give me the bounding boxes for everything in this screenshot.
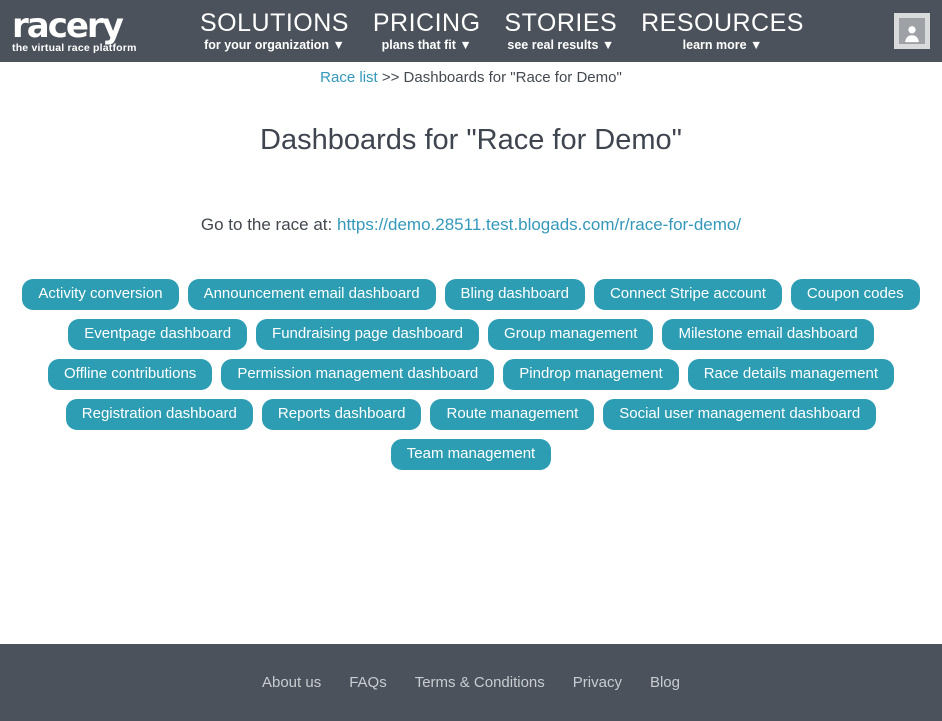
button-row: Registration dashboard Reports dashboard…	[0, 399, 942, 430]
page-title: Dashboards for "Race for Demo"	[0, 124, 942, 157]
user-account-button[interactable]	[894, 13, 930, 49]
nav-sublabel: plans that fit ▼	[373, 38, 481, 52]
footer-link-terms[interactable]: Terms & Conditions	[415, 674, 545, 691]
coupon-codes-button[interactable]: Coupon codes	[791, 279, 920, 310]
permission-management-dashboard-button[interactable]: Permission management dashboard	[221, 359, 494, 390]
button-row: Offline contributions Permission managem…	[0, 359, 942, 390]
race-url-link[interactable]: https://demo.28511.test.blogads.com/r/ra…	[337, 215, 741, 234]
social-user-management-dashboard-button[interactable]: Social user management dashboard	[603, 399, 876, 430]
group-management-button[interactable]: Group management	[488, 319, 653, 350]
nav-item-stories[interactable]: STORIES see real results ▼	[504, 10, 617, 53]
offline-contributions-button[interactable]: Offline contributions	[48, 359, 212, 390]
bling-dashboard-button[interactable]: Bling dashboard	[445, 279, 585, 310]
race-details-management-button[interactable]: Race details management	[688, 359, 894, 390]
button-row: Eventpage dashboard Fundraising page das…	[0, 319, 942, 350]
button-row: Team management	[0, 439, 942, 470]
button-row: Activity conversion Announcement email d…	[0, 279, 942, 310]
logo-tagline: the virtual race platform	[12, 43, 172, 54]
footer-link-faqs[interactable]: FAQs	[349, 674, 387, 691]
breadcrumb: Race list >> Dashboards for "Race for De…	[0, 69, 942, 86]
footer-link-about-us[interactable]: About us	[262, 674, 321, 691]
nav-label: SOLUTIONS	[200, 10, 349, 38]
nav-item-solutions[interactable]: SOLUTIONS for your organization ▼	[200, 10, 349, 53]
activity-conversion-button[interactable]: Activity conversion	[22, 279, 178, 310]
main-nav: SOLUTIONS for your organization ▼ PRICIN…	[172, 10, 832, 53]
dashboard-button-grid: Activity conversion Announcement email d…	[0, 279, 942, 470]
breadcrumb-race-list-link[interactable]: Race list	[320, 69, 378, 86]
nav-item-pricing[interactable]: PRICING plans that fit ▼	[373, 10, 481, 53]
footer-link-blog[interactable]: Blog	[650, 674, 680, 691]
fundraising-page-dashboard-button[interactable]: Fundraising page dashboard	[256, 319, 479, 350]
page: racery the virtual race platform SOLUTIO…	[0, 0, 942, 721]
nav-label: STORIES	[504, 10, 617, 38]
user-avatar-icon	[899, 18, 925, 44]
nav-sublabel: see real results ▼	[504, 38, 617, 52]
reports-dashboard-button[interactable]: Reports dashboard	[262, 399, 422, 430]
nav-label: PRICING	[373, 10, 481, 38]
nav-sublabel: learn more ▼	[641, 38, 804, 52]
race-link-label: Go to the race at:	[201, 215, 332, 234]
route-management-button[interactable]: Route management	[430, 399, 594, 430]
milestone-email-dashboard-button[interactable]: Milestone email dashboard	[662, 319, 873, 350]
team-management-button[interactable]: Team management	[391, 439, 551, 470]
eventpage-dashboard-button[interactable]: Eventpage dashboard	[68, 319, 247, 350]
footer: About us FAQs Terms & Conditions Privacy…	[0, 644, 942, 721]
registration-dashboard-button[interactable]: Registration dashboard	[66, 399, 253, 430]
nav-item-resources[interactable]: RESOURCES learn more ▼	[641, 10, 804, 53]
nav-label: RESOURCES	[641, 10, 804, 38]
connect-stripe-account-button[interactable]: Connect Stripe account	[594, 279, 782, 310]
footer-link-privacy[interactable]: Privacy	[573, 674, 622, 691]
announcement-email-dashboard-button[interactable]: Announcement email dashboard	[188, 279, 436, 310]
breadcrumb-current: >> Dashboards for "Race for Demo"	[382, 69, 622, 86]
racery-logo[interactable]: racery the virtual race platform	[12, 8, 172, 54]
nav-sublabel: for your organization ▼	[200, 38, 349, 52]
pindrop-management-button[interactable]: Pindrop management	[503, 359, 678, 390]
main-content: Race list >> Dashboards for "Race for De…	[0, 62, 942, 644]
logo-wordmark: racery	[12, 10, 172, 42]
race-link-line: Go to the race at: https://demo.28511.te…	[0, 215, 942, 235]
top-nav-bar: racery the virtual race platform SOLUTIO…	[0, 0, 942, 62]
